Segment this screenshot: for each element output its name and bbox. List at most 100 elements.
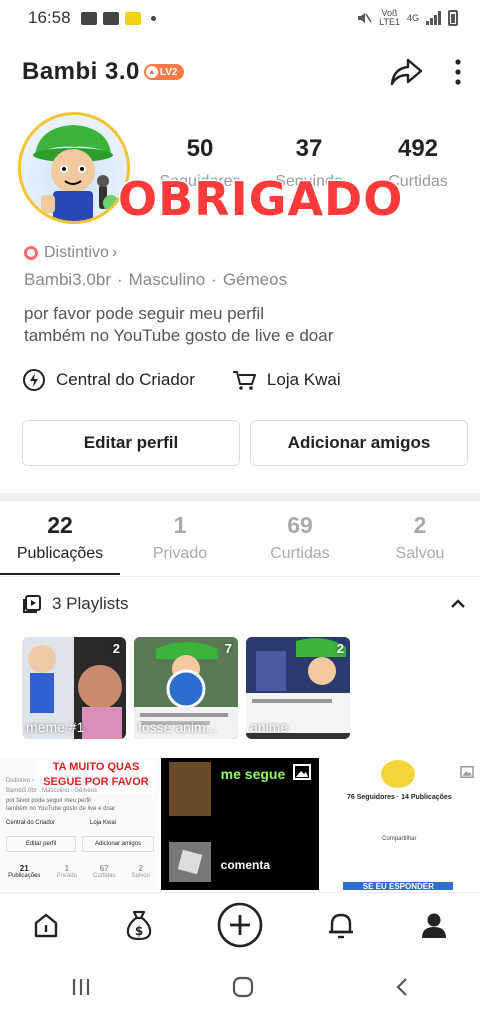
playlist-card[interactable]: 2 anime [246, 637, 350, 739]
tab-count: 1 [173, 512, 187, 538]
creator-center-link[interactable]: Central do Criador [22, 368, 195, 392]
badge-label: Distintivo [44, 244, 109, 261]
playlists-title: 3 Playlists [52, 594, 129, 613]
money-bag-icon[interactable]: $ [124, 909, 154, 941]
tab-label: Publicações [0, 545, 120, 575]
mini-text: por favor pode seguir meu perfil [6, 798, 91, 804]
section-divider [0, 493, 480, 501]
app-notification-icon [124, 11, 141, 25]
badge-icon [24, 246, 38, 260]
playlists-header[interactable]: 3 Playlists [22, 594, 466, 614]
mini-text: Distintivo › [6, 778, 35, 784]
kwai-shop-label: Loja Kwai [266, 370, 341, 389]
tabs-divider [0, 576, 480, 577]
likes-count: 492 [397, 135, 439, 162]
status-bar: 16:58 Voß LTE1 4G [0, 0, 480, 36]
playlist-name: fosse anim... [138, 719, 218, 735]
profile-icon[interactable] [419, 910, 449, 940]
level-badge[interactable]: ▲ LV2 [143, 64, 184, 80]
tab-count: 2 [413, 512, 427, 538]
kwai-shop-link[interactable]: Loja Kwai [231, 368, 341, 392]
banner-text: SE EU ESPONDER [343, 882, 454, 890]
level-icon: ▲ [145, 66, 158, 78]
home-icon[interactable] [31, 910, 61, 940]
playlist-count: 2 [112, 641, 120, 656]
edit-profile-button[interactable]: Editar perfil [22, 420, 240, 466]
video-thumbnail[interactable]: me segue comenta [160, 758, 320, 890]
clock: 16:58 [28, 8, 71, 27]
mini-text: Loja Kwai [90, 820, 117, 826]
bell-icon[interactable] [326, 910, 356, 940]
tab-label: Salvou [395, 545, 445, 562]
mini-text: Bambi3.0br · Masculino · Gêmeos [6, 788, 98, 794]
mini-text: Editar perfil [6, 836, 76, 852]
thumbnail-text: Compartilhar [382, 836, 417, 842]
mute-icon [358, 13, 372, 23]
playlist-name: anime [250, 719, 289, 735]
tab-label: Privado [152, 545, 208, 562]
bio-line: também no YouTube gosto de live e doar [24, 326, 334, 345]
tab-publications[interactable]: 22 Publicações [0, 512, 120, 575]
profile-info: Bambi3.0br · Masculino · Gémeos [24, 270, 287, 290]
info-separator: · [116, 270, 123, 289]
more-options-icon[interactable] [454, 58, 462, 86]
avatar[interactable] [18, 112, 130, 224]
home-circle-icon[interactable] [231, 975, 255, 999]
playlist-icon [23, 595, 41, 613]
add-friends-button[interactable]: Adicionar amigos [250, 420, 468, 466]
tab-private[interactable]: 1 Privado [120, 512, 240, 575]
video-thumbnail[interactable]: 76 Seguidores · 14 Publicações Compartil… [321, 758, 480, 890]
thumbnail-text: me segue [220, 766, 286, 782]
playlist-card[interactable]: 2 meme #1 [22, 637, 126, 739]
youtube-notification-icon [80, 11, 97, 25]
video-grid: TA MUITO QUAS SEGUE POR FAVOR Distintivo… [0, 758, 480, 890]
playlist-name: meme #1 [26, 719, 85, 735]
back-icon[interactable] [394, 976, 410, 998]
chevron-right-icon: › [111, 244, 118, 261]
tab-likes[interactable]: 69 Curtidas [240, 512, 360, 575]
playlist-card[interactable]: 7 fosse anim... [134, 637, 238, 739]
share-icon[interactable] [390, 57, 424, 87]
gender: Masculino [128, 270, 206, 289]
profile-title: Bambi 3.0 [22, 58, 140, 85]
zodiac-sign: Gémeos [222, 270, 288, 289]
plus-icon[interactable] [216, 901, 264, 949]
recents-icon[interactable] [70, 977, 92, 997]
followers-count: 50 [186, 135, 214, 162]
avatar-character-image [33, 125, 119, 221]
thumbnail-text: 76 Seguidores · 14 Publicações [347, 794, 452, 801]
mini-text: Adicionar amigos [82, 836, 154, 852]
bottom-navigation: $ [0, 892, 480, 956]
system-navigation [0, 960, 480, 1014]
profile-bio: por favor pode seguir meu perfil também … [24, 303, 464, 347]
mini-text: Central do Criador [6, 820, 56, 826]
content-tabs: 22 Publicações 1 Privado 69 Curtidas 2 S… [0, 512, 480, 575]
chevron-up-icon[interactable] [450, 599, 466, 609]
thumbnail-text: comenta [220, 858, 271, 872]
profile-header: Bambi 3.0 ▲ LV2 [22, 50, 462, 94]
tab-label: Curtidas [270, 545, 330, 562]
creator-links: Central do Criador Loja Kwai [22, 368, 341, 392]
tab-count: 69 [287, 512, 313, 538]
badge-link[interactable]: Distintivo › [24, 244, 117, 262]
video-thumbnail[interactable]: TA MUITO QUAS SEGUE POR FAVOR Distintivo… [0, 758, 159, 890]
shopping-cart-icon [232, 371, 256, 390]
network-type: 4G [406, 12, 419, 23]
tab-saved[interactable]: 2 Salvou [360, 512, 480, 575]
character-image [381, 760, 416, 788]
profile-buttons: Editar perfil Adicionar amigos [22, 420, 468, 466]
mini-text: também no YouTube gosto de live e doar [6, 806, 116, 812]
roblox-logo-image [168, 842, 211, 882]
svg-text:$: $ [134, 924, 142, 938]
bio-line: por favor pode seguir meu perfil [24, 304, 265, 323]
image-icon [293, 764, 312, 780]
minecraft-block-image [168, 762, 211, 816]
playlist-count: 2 [336, 641, 344, 656]
battery-icon [448, 10, 458, 26]
creator-center-label: Central do Criador [56, 370, 195, 389]
overlay-sticker-text: OBRIGADO [116, 171, 404, 228]
gallery-notification-icon [102, 11, 119, 25]
more-notifications-dot [150, 15, 156, 21]
signal-icon [426, 11, 441, 25]
tab-count: 22 [47, 512, 73, 538]
